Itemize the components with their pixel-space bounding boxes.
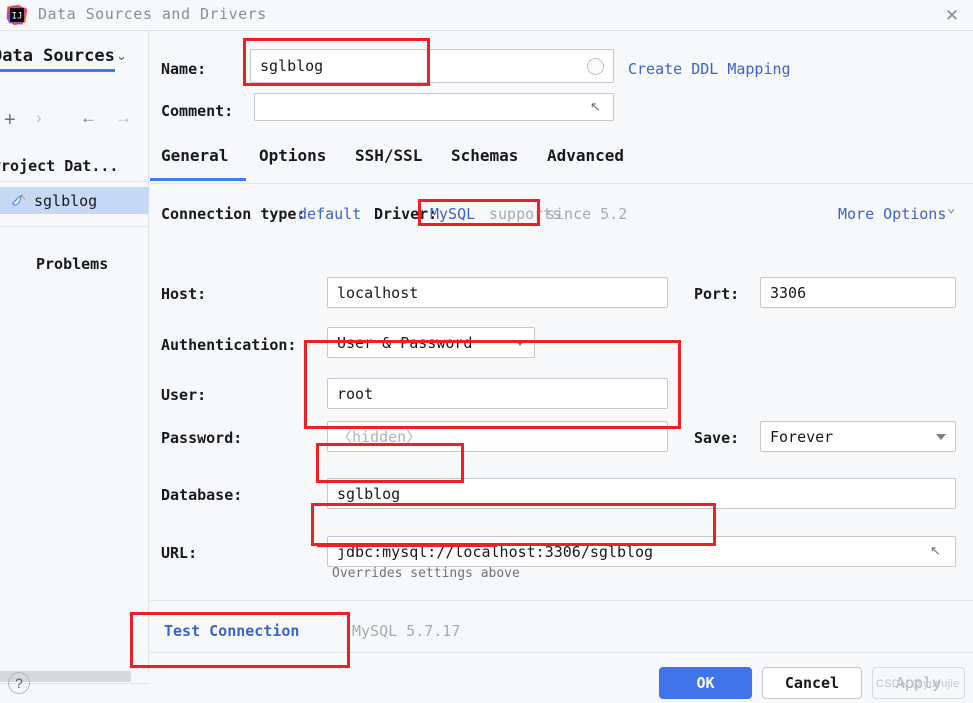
host-label: Host: bbox=[161, 285, 207, 303]
help-button[interactable]: ? bbox=[8, 672, 30, 694]
apply-button[interactable]: Apply bbox=[872, 667, 965, 699]
comment-input[interactable] bbox=[254, 93, 614, 121]
cancel-button[interactable]: Cancel bbox=[762, 667, 862, 699]
more-options-link[interactable]: More Options bbox=[838, 205, 946, 223]
driver-label: Driver: bbox=[374, 205, 438, 223]
window-title: Data Sources and Drivers bbox=[38, 5, 267, 23]
data-sources-and-drivers-dialog: IJ Data Sources and Drivers ✕ Data Sourc… bbox=[0, 0, 973, 703]
url-label: URL: bbox=[161, 544, 198, 562]
user-label: User: bbox=[161, 386, 207, 404]
intellij-idea-logo: IJ bbox=[6, 4, 28, 26]
connection-type-label: Connection type: bbox=[161, 205, 306, 223]
sidebar-header-label: Data Sources bbox=[0, 46, 114, 66]
test-connection-link[interactable]: Test Connection bbox=[164, 622, 299, 640]
ok-button[interactable]: OK bbox=[659, 667, 752, 699]
sidebar-section-project-data-sources: Project Dat... bbox=[0, 157, 119, 175]
color-circle-icon[interactable] bbox=[587, 58, 604, 75]
chevron-down-icon bbox=[936, 433, 946, 440]
sidebar-item-label: sglblog bbox=[34, 191, 98, 210]
chevron-down-icon bbox=[515, 339, 525, 346]
duplicate-button[interactable]: › bbox=[36, 108, 42, 128]
driver-version-label: MySQL 5.7.17 bbox=[352, 622, 461, 640]
authentication-label: Authentication: bbox=[161, 336, 297, 354]
url-input[interactable]: jdbc:mysql://localhost:3306/sglblog bbox=[327, 536, 956, 567]
back-button[interactable]: ← bbox=[80, 108, 97, 128]
forward-button[interactable]: → bbox=[115, 108, 132, 128]
save-label: Save: bbox=[694, 429, 740, 447]
tab-general[interactable]: General bbox=[161, 146, 228, 165]
main-panel: Name: sglblog Create DDL Mapping Comment… bbox=[150, 31, 973, 672]
svg-text:IJ: IJ bbox=[12, 11, 23, 21]
sidebar-header-underline bbox=[0, 69, 115, 72]
sidebar: Data Sources ⌄ + › ← → Project Dat... sg… bbox=[0, 31, 149, 684]
host-input[interactable]: localhost bbox=[327, 277, 668, 308]
driver-since: since 5.2 bbox=[546, 205, 628, 223]
port-input[interactable]: 3306 bbox=[760, 277, 956, 308]
create-ddl-mapping-link[interactable]: Create DDL Mapping bbox=[628, 60, 791, 78]
tab-advanced[interactable]: Advanced bbox=[547, 146, 624, 165]
chevron-down-icon[interactable]: ⌄ bbox=[947, 200, 955, 216]
tab-active-indicator bbox=[150, 178, 246, 181]
title-bar: IJ Data Sources and Drivers ✕ bbox=[0, 0, 973, 30]
authentication-select[interactable]: User & Password bbox=[327, 327, 535, 358]
port-label: Port: bbox=[694, 285, 740, 303]
driver-value[interactable]: MySQL bbox=[430, 205, 475, 223]
sidebar-divider-1 bbox=[0, 181, 149, 182]
expand-icon[interactable]: ↗ bbox=[590, 99, 601, 115]
password-input[interactable]: 〈hidden〉 bbox=[327, 421, 668, 452]
chevron-down-icon[interactable]: ⌄ bbox=[116, 48, 127, 64]
name-input[interactable]: sglblog bbox=[250, 49, 614, 83]
add-button[interactable]: + bbox=[4, 109, 16, 132]
database-label: Database: bbox=[161, 486, 243, 504]
mysql-dolphin-icon bbox=[12, 194, 25, 206]
tab-schemas[interactable]: Schemas bbox=[451, 146, 518, 165]
close-icon[interactable]: ✕ bbox=[941, 5, 963, 27]
sidebar-header[interactable]: Data Sources ⌄ bbox=[0, 43, 149, 69]
tab-ssh-ssl[interactable]: SSH/SSL bbox=[355, 146, 422, 165]
password-label: Password: bbox=[161, 429, 243, 447]
comment-label: Comment: bbox=[161, 102, 234, 120]
url-hint: Overrides settings above bbox=[332, 566, 520, 581]
tab-options[interactable]: Options bbox=[259, 146, 326, 165]
save-select[interactable]: Forever bbox=[760, 421, 956, 452]
user-input[interactable]: root bbox=[327, 378, 668, 409]
name-label: Name: bbox=[161, 60, 207, 78]
expand-icon[interactable]: ↗ bbox=[930, 543, 941, 559]
footer-top-divider bbox=[150, 600, 973, 601]
connection-type-value[interactable]: default bbox=[298, 205, 361, 223]
sidebar-item-problems[interactable]: Problems bbox=[36, 255, 108, 273]
sidebar-toolbar: + › ← → bbox=[0, 108, 149, 141]
tabs-divider bbox=[150, 183, 973, 184]
sidebar-item-sglblog[interactable]: sglblog bbox=[0, 187, 149, 214]
save-value: Forever bbox=[770, 427, 834, 446]
database-input[interactable]: sglblog bbox=[327, 478, 956, 509]
sidebar-divider-2 bbox=[0, 226, 149, 227]
tab-bar: General Options SSH/SSL Schemas Advanced bbox=[150, 146, 973, 184]
footer-bottom-divider bbox=[150, 652, 973, 653]
authentication-value: User & Password bbox=[337, 333, 473, 352]
